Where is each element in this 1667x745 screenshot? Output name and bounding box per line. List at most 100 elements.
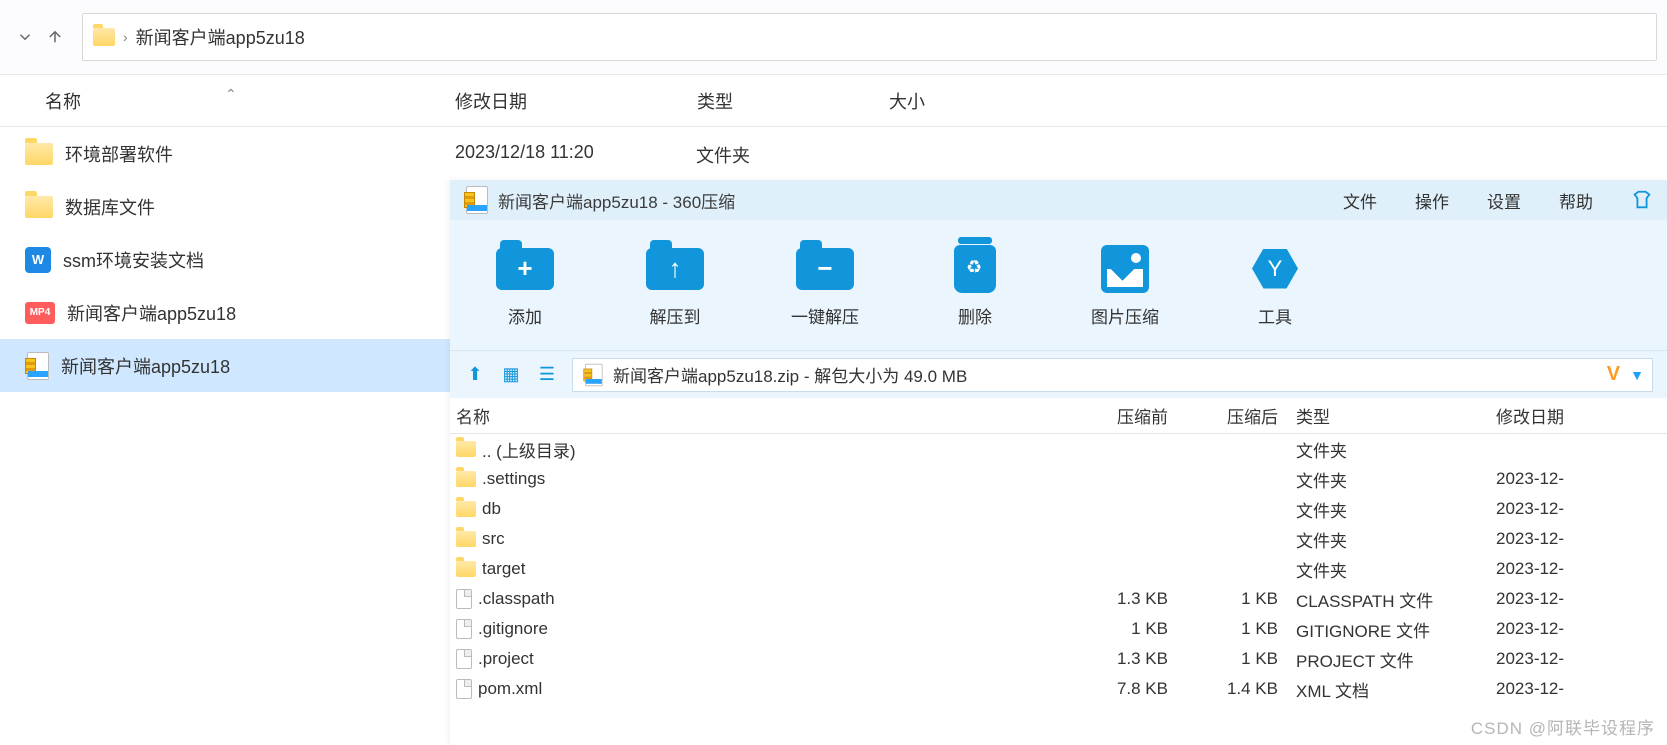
file-name: ssm环境安装文档 [63, 247, 204, 273]
explorer-address-bar: › 新闻客户端app5zu18 [0, 0, 1667, 75]
zip-cell: 文件夹 [1286, 557, 1486, 582]
zip-row[interactable]: pom.xml7.8 KB1.4 KBXML 文档2023-12- [450, 674, 1667, 704]
breadcrumb-current[interactable]: 新闻客户端app5zu18 [136, 24, 305, 50]
file-icon [456, 649, 472, 669]
zcol-pre[interactable]: 压缩前 [1054, 403, 1176, 428]
zip-file-name: target [482, 559, 525, 579]
zip-file-name: .settings [482, 469, 545, 489]
skin-icon[interactable] [1631, 189, 1653, 211]
tb-tools[interactable]: Y工具 [1220, 243, 1330, 328]
zip-row[interactable]: .. (上级目录) 文件夹 [450, 434, 1667, 464]
file-type: 文件夹 [696, 142, 750, 168]
address-box[interactable]: › 新闻客户端app5zu18 [82, 13, 1657, 61]
zip-cell: 文件夹 [1286, 437, 1486, 462]
zip-row[interactable]: target 文件夹2023-12- [450, 554, 1667, 584]
folder-icon [456, 531, 476, 547]
zip-cell: GITIGNORE 文件 [1286, 617, 1486, 642]
menu-action[interactable]: 操作 [1415, 188, 1449, 213]
file-name: 环境部署软件 [65, 141, 173, 167]
zcol-type[interactable]: 类型 [1286, 403, 1486, 428]
col-date[interactable]: 修改日期 [455, 88, 697, 114]
folder-icon [25, 196, 53, 218]
folder-icon [456, 441, 476, 457]
zip-cell: 1 KB [1176, 619, 1286, 639]
folder-icon [93, 28, 115, 46]
zip-path-box[interactable]: 新闻客户端app5zu18.zip - 解包大小为 49.0 MB V▼ [572, 358, 1653, 392]
word-icon: W [25, 247, 51, 273]
breadcrumb-sep: › [123, 29, 128, 45]
zip-row[interactable]: .project1.3 KB1 KBPROJECT 文件2023-12- [450, 644, 1667, 674]
zip-cell: 2023-12- [1486, 499, 1667, 519]
tb-extract-to[interactable]: ↑解压到 [620, 243, 730, 328]
menu-file[interactable]: 文件 [1343, 188, 1377, 213]
zip-row[interactable]: src 文件夹2023-12- [450, 524, 1667, 554]
folder-icon [456, 561, 476, 577]
tb-delete[interactable]: ♻删除 [920, 243, 1030, 328]
zip-title-text: 新闻客户端app5zu18 - 360压缩 [498, 188, 735, 213]
zip-icon [25, 352, 49, 380]
view-list-icon[interactable]: ☰ [536, 364, 558, 386]
tb-add[interactable]: +添加 [470, 243, 580, 328]
col-size[interactable]: 大小 [889, 88, 1089, 114]
vip-logo[interactable]: V▼ [1607, 363, 1644, 386]
mp4-icon: MP4 [25, 302, 55, 324]
file-icon [456, 619, 472, 639]
tb-image-compress[interactable]: 图片压缩 [1070, 243, 1180, 328]
zip-row[interactable]: .gitignore1 KB1 KBGITIGNORE 文件2023-12- [450, 614, 1667, 644]
file-date: 2023/12/18 11:20 [455, 142, 594, 163]
watermark: CSDN @阿联毕设程序 [1471, 714, 1655, 739]
zip-cell: XML 文档 [1286, 677, 1486, 702]
zip-cell: 1 KB [1176, 589, 1286, 609]
zip-cell: 2023-12- [1486, 589, 1667, 609]
zip-cell: PROJECT 文件 [1286, 647, 1486, 672]
file-name: 新闻客户端app5zu18 [61, 353, 230, 379]
zip-titlebar[interactable]: 新闻客户端app5zu18 - 360压缩 文件 操作 设置 帮助 [450, 180, 1667, 220]
nav-up-button[interactable] [40, 22, 70, 52]
zip-cell: 1.3 KB [1054, 589, 1176, 609]
zip-cell: 文件夹 [1286, 497, 1486, 522]
zip-path-bar: ⬆ ▦ ☰ 新闻客户端app5zu18.zip - 解包大小为 49.0 MB … [450, 350, 1667, 398]
zip-cell: 2023-12- [1486, 469, 1667, 489]
zip-cell: 1.3 KB [1054, 649, 1176, 669]
view-details-icon[interactable]: ▦ [500, 364, 522, 386]
zip-row[interactable]: db文件夹2023-12- [450, 494, 1667, 524]
zip-cell: 文件夹 [1286, 527, 1486, 552]
zip-row[interactable]: .settings 文件夹2023-12- [450, 464, 1667, 494]
path-up-icon[interactable]: ⬆ [464, 364, 486, 386]
col-name[interactable]: 名称⌃ [0, 88, 455, 114]
explorer-row[interactable]: 环境部署软件 [0, 127, 1667, 180]
zip-file-icon [583, 363, 602, 385]
zip-cell: CLASSPATH 文件 [1286, 587, 1486, 612]
zip-cell: 1.4 KB [1176, 679, 1286, 699]
zip-columns: 名称 压缩前 压缩后 类型 修改日期 [450, 398, 1667, 434]
zip-cell: 1 KB [1054, 619, 1176, 639]
nav-back-button[interactable] [10, 22, 40, 52]
zip-file-name: .classpath [478, 589, 555, 609]
zcol-name[interactable]: 名称 [450, 403, 1054, 428]
zip-file-list: .. (上级目录)文件夹.settings文件夹2023-12-db文件夹202… [450, 434, 1667, 704]
tb-one-click[interactable]: −一键解压 [770, 243, 880, 328]
zip-app-icon [464, 186, 488, 214]
zip-cell: 2023-12- [1486, 559, 1667, 579]
sort-caret-icon: ⌃ [225, 86, 237, 103]
zip-cell: 2023-12- [1486, 529, 1667, 549]
zip-row[interactable]: .classpath 1.3 KB1 KBCLASSPATH 文件2023-12- [450, 584, 1667, 614]
zip-cell: 2023-12- [1486, 679, 1667, 699]
zcol-date[interactable]: 修改日期 [1486, 403, 1667, 428]
zcol-post[interactable]: 压缩后 [1176, 403, 1286, 428]
zip-file-name: .. (上级目录) [482, 437, 576, 462]
file-name: 数据库文件 [65, 194, 155, 220]
zip-cell: 文件夹 [1286, 467, 1486, 492]
zip-cell: 2023-12- [1486, 649, 1667, 669]
folder-icon [25, 143, 53, 165]
menu-settings[interactable]: 设置 [1487, 188, 1521, 213]
zip-cell: 2023-12- [1486, 619, 1667, 639]
zip-file-name: pom.xml [478, 679, 542, 699]
explorer-columns: 名称⌃ 修改日期 类型 大小 [0, 75, 1667, 127]
zip-toolbar: +添加 ↑解压到 −一键解压 ♻删除 图片压缩 Y工具 [450, 220, 1667, 350]
zip-path-text: 新闻客户端app5zu18.zip - 解包大小为 49.0 MB [613, 362, 967, 387]
col-type[interactable]: 类型 [697, 88, 889, 114]
zip-file-name: .gitignore [478, 619, 548, 639]
menu-help[interactable]: 帮助 [1559, 188, 1593, 213]
zip-file-name: src [482, 529, 505, 549]
